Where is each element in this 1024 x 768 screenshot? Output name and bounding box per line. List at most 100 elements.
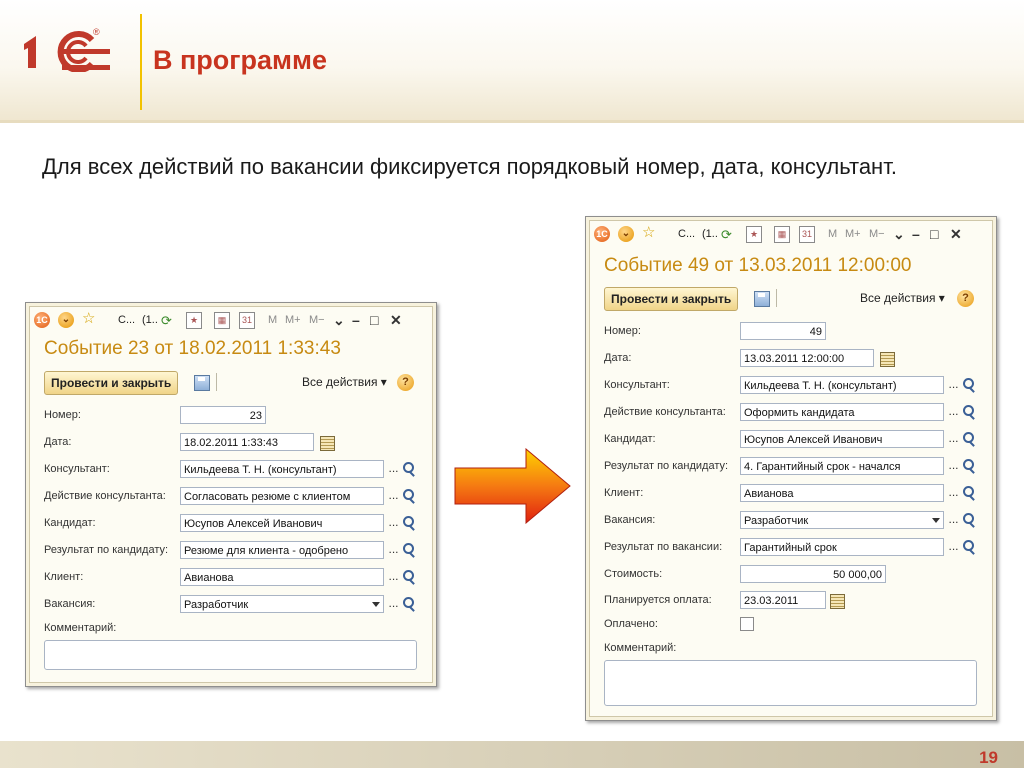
slide-description: Для всех действий по вакансии фиксируетс… [42, 154, 897, 179]
vacancy-field[interactable]: Разработчик [180, 595, 384, 613]
calendar-picker-icon[interactable] [320, 436, 335, 451]
vacancy-dropdown-icon[interactable] [932, 518, 940, 523]
paid-label: Оплачено: [604, 618, 658, 630]
help-icon[interactable]: ? [957, 290, 974, 307]
cost-field[interactable]: 50 000,00 [740, 565, 886, 583]
consultant-action-select-dots-icon[interactable]: ... [946, 403, 961, 421]
comment-field[interactable] [604, 660, 977, 706]
all-actions-menu[interactable]: Все действия ▾ [302, 375, 387, 389]
paid-checkbox[interactable] [740, 617, 754, 631]
close-icon[interactable]: ✕ [950, 226, 962, 243]
calculator-icon[interactable]: ▦ [774, 226, 790, 243]
candidate-field[interactable]: Юсупов Алексей Иванович [740, 430, 944, 448]
consultant-action-search-icon[interactable] [961, 403, 976, 421]
vacancy-result-select-dots-icon[interactable]: ... [946, 538, 961, 556]
memory-minus-button[interactable]: M− [869, 226, 885, 243]
consultant-action-field[interactable]: Оформить кандидата [740, 403, 944, 421]
consultant-label: Консультант: [44, 463, 110, 475]
consultant-field[interactable]: Кильдеева Т. Н. (консультант) [740, 376, 944, 394]
consultant-search-icon[interactable] [961, 376, 976, 394]
favorites-star-icon[interactable]: ☆ [642, 224, 655, 241]
memory-m-button[interactable]: M [268, 312, 277, 329]
calculator-icon[interactable]: ▦ [214, 312, 230, 329]
minimize-icon[interactable]: – [912, 226, 920, 243]
maximize-icon[interactable]: □ [370, 312, 378, 329]
bookmark-icon[interactable]: ★ [746, 226, 762, 243]
bookmark-icon[interactable]: ★ [186, 312, 202, 329]
vacancy-select-dots-icon[interactable]: ... [946, 511, 961, 529]
vacancy-dropdown-icon[interactable] [372, 602, 380, 607]
consultant-action-field[interactable]: Согласовать резюме с клиентом [180, 487, 384, 505]
consultant-search-icon[interactable] [401, 460, 416, 478]
candidate-result-select-dots-icon[interactable]: ... [386, 541, 401, 559]
minimize-icon[interactable]: – [352, 312, 360, 329]
calendar-icon[interactable]: 31 [799, 226, 815, 243]
tab-short-2[interactable]: (1.. [702, 226, 718, 243]
client-select-dots-icon[interactable]: ... [946, 484, 961, 502]
consultant-label: Консультант: [604, 379, 670, 391]
vacancy-result-field[interactable]: Гарантийный срок [740, 538, 944, 556]
tab-short-1[interactable]: С... [118, 312, 135, 329]
post-and-close-button[interactable]: Провести и закрыть [44, 371, 179, 395]
refresh-icon[interactable]: ⟳ [161, 312, 172, 329]
vacancy-search-icon[interactable] [961, 511, 976, 529]
candidate-result-field[interactable]: 4. Гарантийный срок - начался [740, 457, 944, 475]
calendar-picker-icon[interactable] [880, 352, 895, 367]
calendar-icon[interactable]: 31 [239, 312, 255, 329]
dropdown-menu-icon[interactable]: ⌄ [618, 226, 634, 242]
collapse-icon[interactable]: ⌄ [893, 226, 905, 243]
candidate-search-icon[interactable] [401, 514, 416, 532]
candidate-result-search-icon[interactable] [961, 457, 976, 475]
post-and-close-button[interactable]: Провести и закрыть [604, 287, 739, 311]
consultant-action-select-dots-icon[interactable]: ... [386, 487, 401, 505]
all-actions-menu[interactable]: Все действия ▾ [860, 291, 945, 305]
tab-short-1[interactable]: С... [678, 226, 695, 243]
vacancy-result-label: Результат по вакансии: [604, 541, 723, 553]
candidate-field[interactable]: Юсупов Алексей Иванович [180, 514, 384, 532]
vacancy-select-dots-icon[interactable]: ... [386, 595, 401, 613]
tab-short-2[interactable]: (1.. [142, 312, 158, 329]
collapse-icon[interactable]: ⌄ [333, 312, 345, 329]
help-icon[interactable]: ? [397, 374, 414, 391]
refresh-icon[interactable]: ⟳ [721, 226, 732, 243]
candidate-search-icon[interactable] [961, 430, 976, 448]
1c-menu-icon[interactable]: 1C [34, 312, 50, 328]
toolbar-separator [776, 289, 777, 307]
save-icon[interactable] [754, 291, 770, 307]
candidate-result-field[interactable]: Резюме для клиента - одобрено [180, 541, 384, 559]
calendar-picker-icon[interactable] [830, 594, 845, 609]
maximize-icon[interactable]: □ [930, 226, 938, 243]
favorites-star-icon[interactable]: ☆ [82, 310, 95, 327]
client-select-dots-icon[interactable]: ... [386, 568, 401, 586]
number-field[interactable]: 23 [180, 406, 266, 424]
save-icon[interactable] [194, 375, 210, 391]
candidate-select-dots-icon[interactable]: ... [946, 430, 961, 448]
date-field[interactable]: 18.02.2011 1:33:43 [180, 433, 314, 451]
client-field[interactable]: Авианова [180, 568, 384, 586]
client-search-icon[interactable] [961, 484, 976, 502]
client-search-icon[interactable] [401, 568, 416, 586]
vacancy-search-icon[interactable] [401, 595, 416, 613]
memory-plus-button[interactable]: M+ [285, 312, 301, 329]
dropdown-menu-icon[interactable]: ⌄ [58, 312, 74, 328]
consultant-action-search-icon[interactable] [401, 487, 416, 505]
memory-m-button[interactable]: M [828, 226, 837, 243]
candidate-result-search-icon[interactable] [401, 541, 416, 559]
vacancy-field[interactable]: Разработчик [740, 511, 944, 529]
candidate-select-dots-icon[interactable]: ... [386, 514, 401, 532]
date-label: Дата: [44, 436, 72, 448]
comment-field[interactable] [44, 640, 417, 670]
candidate-result-select-dots-icon[interactable]: ... [946, 457, 961, 475]
number-field[interactable]: 49 [740, 322, 826, 340]
close-icon[interactable]: ✕ [390, 312, 402, 329]
client-field[interactable]: Авианова [740, 484, 944, 502]
memory-plus-button[interactable]: M+ [845, 226, 861, 243]
consultant-select-dots-icon[interactable]: ... [386, 460, 401, 478]
date-field[interactable]: 13.03.2011 12:00:00 [740, 349, 874, 367]
1c-menu-icon[interactable]: 1C [594, 226, 610, 242]
consultant-field[interactable]: Кильдеева Т. Н. (консультант) [180, 460, 384, 478]
consultant-select-dots-icon[interactable]: ... [946, 376, 961, 394]
vacancy-result-search-icon[interactable] [961, 538, 976, 556]
planned-payment-field[interactable]: 23.03.2011 [740, 591, 826, 609]
memory-minus-button[interactable]: M− [309, 312, 325, 329]
